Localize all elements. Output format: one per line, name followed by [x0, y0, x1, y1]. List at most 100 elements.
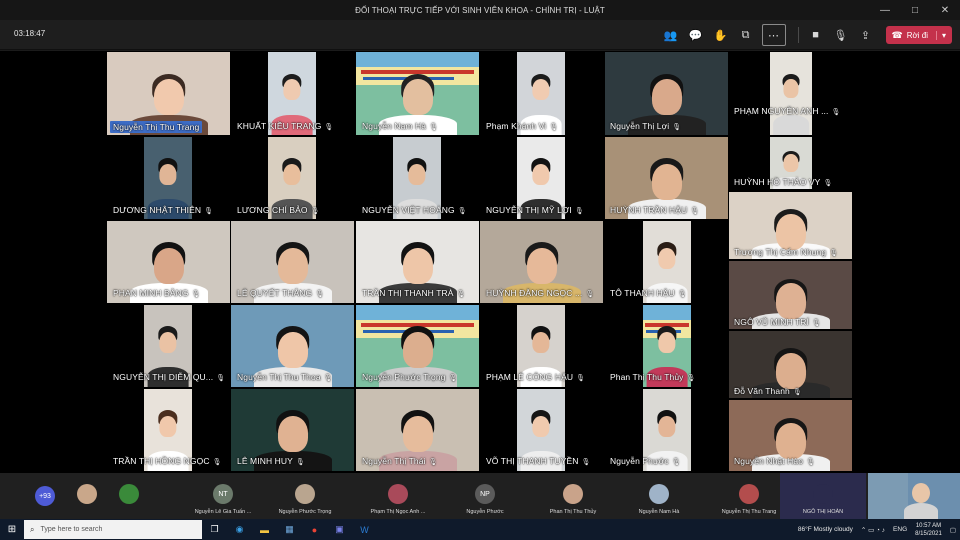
- person-face: [651, 164, 682, 201]
- participant-strip: +93 NT Nguyễn Lê Gia Tuấn ... Nguyễn Phước…: [0, 473, 960, 519]
- avatar: [77, 484, 97, 504]
- mic-muted-icon: 🎙: [671, 459, 681, 466]
- participant-name: TRẦN THỊ THANH TRÀ 🎙: [362, 288, 466, 298]
- participant-name-text: Phạm Khánh Vi: [486, 121, 547, 131]
- strip-thumb[interactable]: [114, 473, 144, 519]
- participant-name: PHẠM LÊ CÔNG HẬU 🎙: [486, 372, 585, 382]
- chrome-icon[interactable]: ●: [302, 519, 327, 540]
- video-tile[interactable]: [770, 52, 812, 135]
- chevron-down-icon[interactable]: ▾: [935, 30, 946, 40]
- clock-date: 8/15/2021: [915, 530, 942, 537]
- person-face: [277, 248, 308, 285]
- participant-name-text: Trương Thị Cẩm Nhung: [734, 247, 827, 257]
- rooms-icon[interactable]: ⧉: [734, 24, 758, 46]
- maximize-icon[interactable]: □: [900, 0, 930, 20]
- edge-icon[interactable]: ◉: [227, 519, 252, 540]
- meeting-toolbar: 03:18:47 👥 💬 ✋ ⧉ ⋯ ■ 🎙 ⇪ ☎ Rời đi ▾: [0, 20, 960, 50]
- participant-name-text: Đỗ Văn Thanh: [734, 386, 790, 396]
- participant-name-text: KHUẤT KIỀU TRANG: [237, 121, 322, 131]
- participant-name-text: PHẠM LÊ CÔNG HẬU: [486, 372, 574, 382]
- more-participants-count: +93: [35, 486, 55, 506]
- participant-name-text: LƯƠNG CHÍ BẢO: [237, 205, 308, 215]
- strip-thumb[interactable]: [72, 473, 102, 519]
- weather-status[interactable]: 86°F Mostly cloudy: [798, 526, 853, 533]
- mic-muted-icon: 🎙: [823, 180, 833, 187]
- participant-name: Nguyễn Thị Lợi 🎙: [610, 121, 681, 131]
- participant-name-text: HUỲNH ĐẶNG NGỌC ...: [486, 288, 583, 298]
- participant-name-text: HUỲNH TRẦN HẬU: [610, 205, 688, 215]
- participant-name: Nguyễn Nhật Hào 🎙: [734, 456, 815, 466]
- mic-muted-icon: 🎙: [672, 124, 682, 131]
- strip-participant-name: Nguyễn Thị Thu Trang: [721, 509, 777, 515]
- person-face: [402, 248, 433, 285]
- share-screen-icon[interactable]: ⇪: [854, 24, 878, 46]
- tray-icons[interactable]: ⌃ ▭ ◔ ♪: [861, 526, 885, 534]
- mic-muted-icon: 🎙: [690, 208, 700, 215]
- strip-participant[interactable]: NGÔ THỊ HOÀN: [780, 473, 866, 519]
- windows-taskbar: ⊞ ⌕ Type here to search ❐ ◉ ▬ ▦ ● ▣ W 86…: [0, 519, 960, 540]
- teams-icon[interactable]: ▣: [327, 519, 352, 540]
- person-face: [651, 79, 682, 116]
- mic-muted-icon: 🎙: [191, 291, 201, 298]
- mic-muted-icon: 🎙: [315, 291, 325, 298]
- taskbar-search[interactable]: ⌕ Type here to search: [24, 520, 202, 539]
- video-gallery: Nguyễn Thị Thu Trang KHUẤT KIỀU TRANG 🎙 Ngu…: [0, 51, 960, 473]
- mic-muted-icon: 🎙: [549, 124, 559, 131]
- mic-muted-icon: 🎙: [456, 291, 466, 298]
- mic-muted-icon: 🎙: [576, 375, 586, 382]
- participant-name: NGÔ VŨ MINH TRÍ 🎙: [734, 317, 821, 327]
- leave-button[interactable]: ☎ Rời đi ▾: [885, 26, 952, 44]
- participant-name: Nguyễn Nam Hà 🎙: [362, 121, 438, 131]
- person-face: [159, 332, 177, 353]
- participant-name-text: TRẦN THỊ THANH TRÀ: [362, 288, 454, 298]
- camera-icon[interactable]: ■: [804, 24, 828, 46]
- more-participants[interactable]: +93: [30, 473, 60, 519]
- word-icon[interactable]: W: [352, 519, 377, 540]
- avatar: NP: [475, 484, 495, 504]
- more-actions-icon[interactable]: ⋯: [761, 24, 786, 46]
- self-view[interactable]: [868, 473, 960, 519]
- participant-name-text: DƯƠNG NHẬT THIÊN: [113, 205, 202, 215]
- person-face: [532, 332, 550, 353]
- file-explorer-icon[interactable]: ▬: [252, 519, 277, 540]
- reactions-icon[interactable]: ✋: [709, 24, 733, 46]
- mic-muted-icon: 🎙: [677, 291, 687, 298]
- person-face: [402, 79, 433, 116]
- toolbar-divider: [797, 27, 799, 43]
- strip-participant[interactable]: Phan Thị Thu Thủy: [530, 473, 616, 519]
- window-title-bar: ĐỐI THOẠI TRỰC TIẾP VỚI SINH VIÊN KHOA -…: [0, 0, 960, 20]
- store-icon[interactable]: ▦: [277, 519, 302, 540]
- participants-icon[interactable]: 👥: [659, 24, 683, 46]
- strip-participant[interactable]: NP Nguyễn Phước: [442, 473, 528, 519]
- participant-name-text: TRẦN THỊ HỒNG NGỌC: [113, 456, 210, 466]
- task-view-icon[interactable]: ❐: [202, 519, 227, 540]
- microphone-icon[interactable]: 🎙: [829, 24, 853, 46]
- mic-muted-icon: 🎙: [574, 208, 584, 215]
- person-body: [773, 115, 809, 135]
- avatar: [739, 484, 759, 504]
- taskbar-clock[interactable]: 10:57 AM 8/15/2021: [915, 522, 942, 538]
- close-icon[interactable]: ✕: [930, 0, 960, 20]
- person-face: [775, 423, 806, 460]
- strip-participant[interactable]: NT Nguyễn Lê Gia Tuấn ...: [180, 473, 266, 519]
- participant-name-text: Nguyễn Nam Hà: [362, 121, 427, 131]
- mic-muted-icon: 🎙: [812, 320, 822, 327]
- strip-participant[interactable]: Nguyễn Phước Trọng: [262, 473, 348, 519]
- participant-name: PHAN MINH BẰNG 🎙: [113, 288, 201, 298]
- minimize-icon[interactable]: —: [870, 0, 900, 20]
- notification-icon[interactable]: ▢: [950, 526, 956, 534]
- participant-name: Phan Thị Thu Thủy 🎙: [610, 372, 696, 382]
- windows-start-icon[interactable]: ⊞: [0, 519, 24, 540]
- strip-participant[interactable]: Phạm Thị Ngọc Anh ...: [355, 473, 441, 519]
- participant-name: Nguyễn Phước Trọng 🎙: [362, 372, 457, 382]
- chat-icon[interactable]: 💬: [684, 24, 708, 46]
- participant-name: KHUẤT KIỀU TRANG 🎙: [237, 121, 333, 131]
- language-indicator[interactable]: ENG: [893, 526, 907, 533]
- person-face: [775, 353, 806, 390]
- participant-name-text: NGUYỄN THỊ MỸ LỢI: [486, 205, 572, 215]
- mic-muted-icon: 🎙: [829, 250, 839, 257]
- strip-participant[interactable]: Nguyễn Nam Hà: [616, 473, 702, 519]
- participant-name-text: Nguyễn Nhật Hào: [734, 456, 804, 466]
- person-face: [526, 248, 557, 285]
- mic-muted-icon: 🎙: [457, 208, 467, 215]
